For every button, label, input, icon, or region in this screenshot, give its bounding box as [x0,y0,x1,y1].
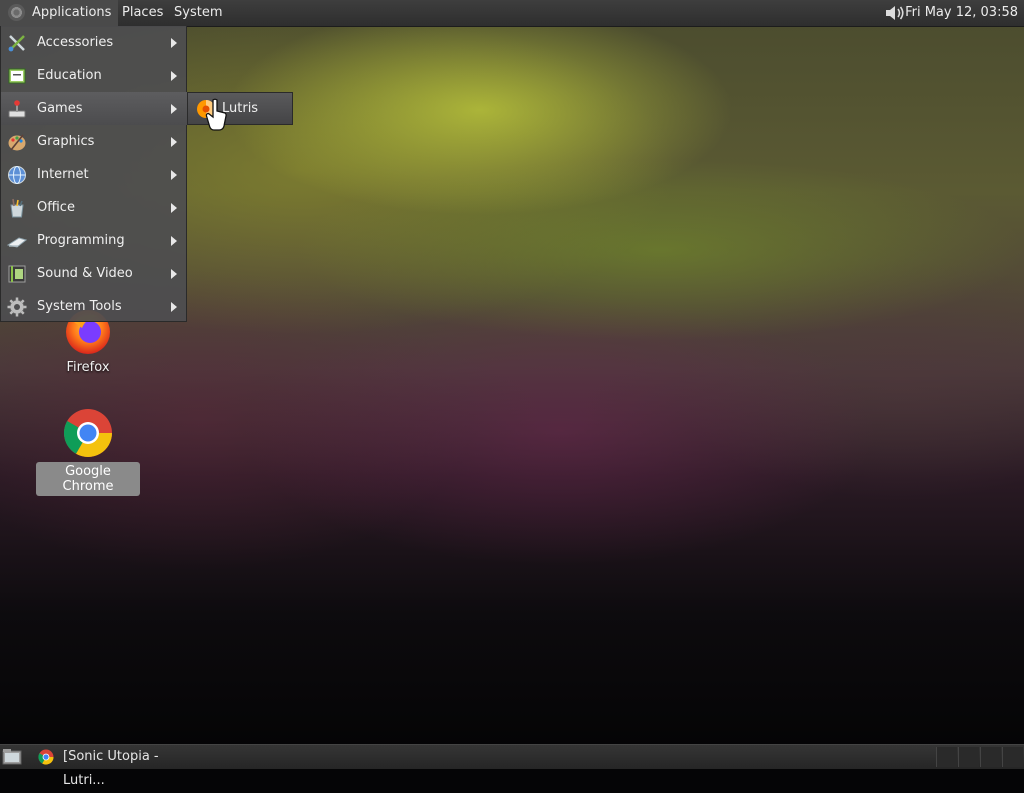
desktop-icon-google-chrome[interactable]: Google Chrome [36,408,140,496]
desktop-icon-label: Google Chrome [36,462,140,496]
submenu-arrow-icon [171,38,177,48]
accessories-icon [8,35,25,52]
sound-video-icon [8,265,26,283]
taskbar-button-label: [Sonic Utopia - Lutri... [63,749,159,788]
education-icon [8,68,26,84]
games-submenu: Lutris [187,92,293,125]
menu-item-label: Education [37,68,102,83]
submenu-item-label: Lutris [222,101,259,116]
clock[interactable]: Fri May 12, 03:58 [905,0,1018,26]
menu-item-system-tools[interactable]: System Tools [1,290,187,323]
submenu-arrow-icon [171,269,177,279]
desktop-icon-label: Firefox [66,360,110,375]
chrome-icon [63,409,112,458]
applications-menu[interactable]: Applications [0,0,119,26]
applications-logo-icon [8,4,25,21]
menu-item-graphics[interactable]: Graphics [1,125,187,158]
menu-item-office[interactable]: Office [1,191,187,224]
chrome-icon [38,749,54,765]
top-panel: Applications Places System Fri May 12, 0… [0,0,1024,27]
mouse-cursor-icon [205,98,227,131]
submenu-arrow-icon [171,302,177,312]
menu-item-education[interactable]: Education [1,59,187,92]
menu-item-accessories[interactable]: Accessories [1,26,187,59]
bottom-panel: [Sonic Utopia - Lutri... [0,744,1024,788]
workspace-1[interactable] [936,747,957,767]
menu-item-games[interactable]: Games [1,92,187,125]
submenu-arrow-icon [171,104,177,114]
workspace-3[interactable] [980,747,1001,767]
menu-item-internet[interactable]: Internet [1,158,187,191]
graphics-icon [8,134,26,151]
submenu-item-lutris[interactable]: Lutris [188,93,292,124]
menu-item-label: Programming [37,233,125,248]
applications-dropdown: Accessories Education Games Graphics Int… [0,26,187,322]
system-menu[interactable]: System [167,0,229,26]
submenu-arrow-icon [171,170,177,180]
menu-item-label: Internet [37,167,89,182]
show-desktop-icon[interactable] [2,748,22,766]
menu-item-label: Graphics [37,134,95,149]
speaker-icon[interactable] [884,4,906,22]
submenu-arrow-icon [171,203,177,213]
menu-item-label: Accessories [37,35,114,50]
office-icon [10,198,24,218]
system-tools-icon [7,297,27,317]
taskbar-button[interactable]: [Sonic Utopia - Lutri... [30,745,200,788]
menu-item-label: Office [37,200,75,215]
menu-item-sound-video[interactable]: Sound & Video [1,257,187,290]
submenu-arrow-icon [171,137,177,147]
menu-item-label: System Tools [37,299,122,314]
places-menu[interactable]: Places [115,0,170,26]
applications-menu-label: Applications [32,5,112,20]
submenu-arrow-icon [171,71,177,81]
internet-icon [8,166,26,184]
programming-icon [7,237,27,248]
menu-item-label: Sound & Video [37,266,133,281]
workspace-4[interactable] [1002,747,1023,767]
workspace-2[interactable] [958,747,979,767]
menu-item-label: Games [37,101,83,116]
menu-item-programming[interactable]: Programming [1,224,187,257]
games-icon [8,100,26,118]
submenu-arrow-icon [171,236,177,246]
